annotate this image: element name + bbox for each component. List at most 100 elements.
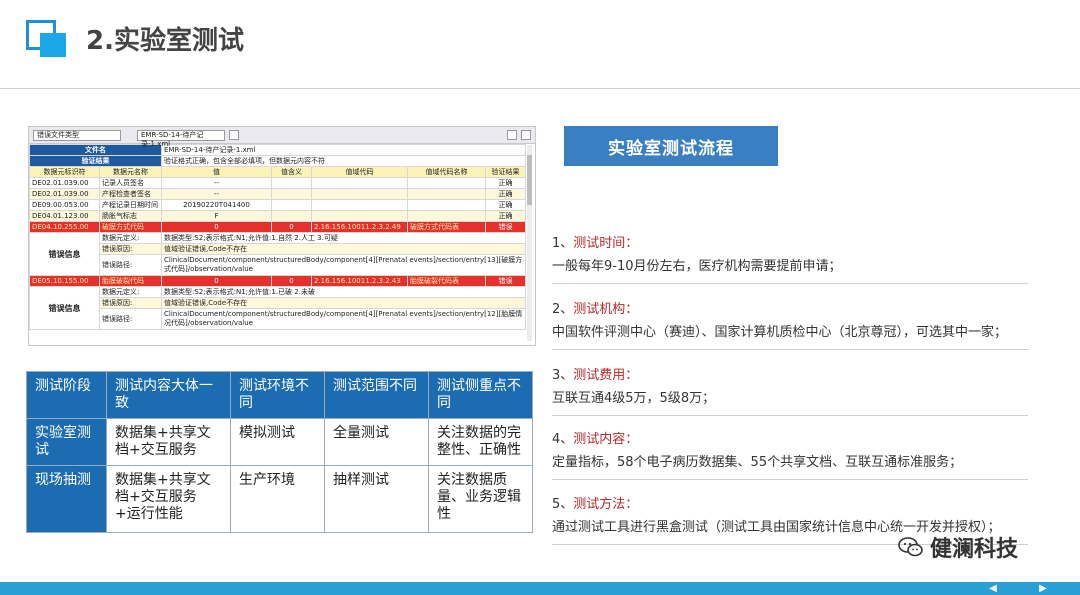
- lab-test-flow-button[interactable]: 实验室测试流程: [564, 126, 778, 166]
- stage-focus: 关注数据的完整性、正确性: [428, 418, 533, 466]
- stage-name: 实验室测试: [26, 418, 107, 466]
- cause-value: 值域验证错误,Code不存在: [161, 297, 526, 309]
- path-value: ClinicalDocument/component/structuredBod…: [161, 254, 526, 276]
- cell-code-name: [407, 188, 486, 200]
- next-page-icon[interactable]: ▶: [1036, 583, 1050, 594]
- file-dropdown[interactable]: EMR-SD-14-待产记录-1.xml: [137, 129, 225, 148]
- screenshot-scrollbar[interactable]: [527, 145, 532, 341]
- file-name-value: EMR-SD-14-待产记录-1.xml: [161, 144, 526, 156]
- flow-item-agency: 2、测试机构： 中国软件评测中心（赛迪）、国家计算机质检中心（北京尊冠），可选其…: [552, 302, 1028, 350]
- path-label: 错误路径:: [99, 308, 162, 330]
- table-header: 测试阶段: [26, 371, 107, 419]
- stage-content: 数据集+共享文档+交互服务+运行性能: [106, 465, 231, 533]
- error-type-dropdown[interactable]: 错误文件类型: [33, 129, 121, 141]
- copy-icon[interactable]: [507, 130, 517, 140]
- table-row[interactable]: DE02.01.039.00 产程检查者签名 -- 正确: [29, 188, 526, 200]
- flow-item-title: 测试内容：: [573, 432, 639, 447]
- grid-header: 值域代码名称: [407, 166, 486, 178]
- table-row[interactable]: DE04.01.123.00 肠胀气标志 F 正确: [29, 210, 526, 222]
- path-label: 错误路径:: [99, 254, 162, 276]
- verify-result-value: 验证格式正确，包含全部必填项，但数据元内容不符: [161, 155, 526, 167]
- browse-icon[interactable]: [229, 130, 239, 140]
- table-header: 测试内容大体一致: [106, 371, 231, 419]
- cell-meaning: [271, 210, 312, 222]
- flow-item-number: 2、: [552, 302, 574, 317]
- flow-item-divider: [552, 479, 1028, 480]
- path-value: ClinicalDocument/component/structuredBod…: [161, 308, 526, 330]
- cell-name: 破膜方式代码: [99, 221, 162, 233]
- page-title: 2.实验室测试: [86, 26, 244, 56]
- cell-code-name: 破膜方式代码表: [407, 221, 486, 233]
- stage-name: 现场抽测: [26, 465, 107, 533]
- flow-item-divider: [552, 349, 1028, 350]
- cell-result: 正确: [485, 177, 526, 189]
- cell-value: --: [161, 177, 272, 189]
- stage-content: 数据集+共享文档+交互服务: [106, 418, 231, 466]
- cause-value: 值域验证错误,Code不存在: [161, 243, 526, 255]
- cell-id: DE05.10.155.00: [29, 275, 100, 287]
- flow-item-number: 1、: [552, 236, 574, 251]
- cell-result: 正确: [485, 210, 526, 222]
- error-row[interactable]: DE05.10.155.00 胎膜破裂代码 0 0 2.16.156.10011…: [29, 275, 526, 287]
- flow-item-title: 测试机构：: [573, 302, 639, 317]
- scrollbar-thumb[interactable]: [527, 155, 532, 205]
- table-row[interactable]: DE09.00.053.00 产程记录日期时间 20190220T041400 …: [29, 199, 526, 211]
- cell-meaning: 0: [271, 275, 312, 287]
- flow-item-divider: [552, 415, 1028, 416]
- error-row[interactable]: DE04.10.255.00 破膜方式代码 0 0 2.16.156.10011…: [29, 221, 526, 233]
- wechat-icon: [898, 537, 923, 557]
- verify-result-label: 验证结果: [29, 155, 162, 167]
- cell-code: [311, 188, 408, 200]
- table-header-row: 测试阶段 测试内容大体一致 测试环境不同 测试范围不同 测试侧重点不同: [26, 371, 533, 419]
- cell-meaning: [271, 199, 312, 211]
- prev-page-icon[interactable]: ◀: [986, 583, 1000, 594]
- flow-item-title: 测试费用：: [573, 368, 639, 383]
- cell-result: 错误: [485, 221, 526, 233]
- stage-env: 生产环境: [230, 465, 325, 533]
- cause-label: 错误原因:: [99, 243, 162, 255]
- stage-scope: 全量测试: [324, 418, 429, 466]
- cell-id: DE04.10.255.00: [29, 221, 100, 233]
- cell-name: 记录人员签名: [99, 177, 162, 189]
- grid-header: 验证结果: [485, 166, 526, 178]
- cell-code-name: [407, 199, 486, 211]
- flow-item-body: 互联互通4级5万，5级8万；: [552, 391, 716, 406]
- close-icon[interactable]: [521, 130, 531, 140]
- flow-item-body: 中国软件评测中心（赛迪）、国家计算机质检中心（北京尊冠），可选其中一家；: [552, 325, 1008, 340]
- cell-value: 0: [161, 221, 272, 233]
- grid-header: 数据元标识符: [29, 166, 100, 178]
- cell-id: DE09.00.053.00: [29, 199, 100, 211]
- flow-item-title: 测试方法：: [573, 497, 639, 512]
- def-label: 数据元定义:: [99, 286, 162, 298]
- cell-code: [311, 199, 408, 211]
- flow-item-body: 定量指标，58个电子病历数据集、55个共享文档、互联互通标准服务；: [552, 455, 963, 470]
- flow-item-time: 1、测试时间： 一般每年9-10月份左右，医疗机构需要提前申请；: [552, 236, 1028, 284]
- cell-name: 胎膜破裂代码: [99, 275, 162, 287]
- table-row: 实验室测试 数据集+共享文档+交互服务 模拟测试 全量测试 关注数据的完整性、正…: [26, 418, 533, 466]
- cell-meaning: 0: [271, 221, 312, 233]
- validation-grid: 文件名 EMR-SD-14-待产记录-1.xml 验证结果 验证格式正确，包含全…: [29, 144, 526, 330]
- cell-code: [311, 177, 408, 189]
- cell-result: 正确: [485, 188, 526, 200]
- cell-code: 2.16.156.10011.2.3.2.43: [311, 275, 408, 287]
- table-row: 现场抽测 数据集+共享文档+交互服务+运行性能 生产环境 抽样测试 关注数据质量…: [26, 465, 533, 533]
- def-label: 数据元定义:: [99, 232, 162, 244]
- cell-meaning: [271, 177, 312, 189]
- footer-bar: [0, 582, 1080, 595]
- stage-scope: 抽样测试: [324, 465, 429, 533]
- cell-value: --: [161, 188, 272, 200]
- grid-header: 值: [161, 166, 272, 178]
- cell-id: DE04.01.123.00: [29, 210, 100, 222]
- flow-item-divider: [552, 283, 1028, 284]
- grid-header: 数据元名称: [99, 166, 162, 178]
- stage-focus: 关注数据质量、业务逻辑性: [428, 465, 533, 533]
- stage-env: 模拟测试: [230, 418, 325, 466]
- cell-value: 0: [161, 275, 272, 287]
- stage-comparison-table: 测试阶段 测试内容大体一致 测试环境不同 测试范围不同 测试侧重点不同 实验室测…: [26, 371, 533, 533]
- grid-header-row: 数据元标识符 数据元名称 值 值含义 值域代码 值域代码名称 验证结果: [29, 166, 526, 178]
- grid-header: 值含义: [271, 166, 312, 178]
- cell-value: 20190220T041400: [161, 199, 272, 211]
- watermark: 健澜科技: [898, 531, 1018, 563]
- cell-name: 肠胀气标志: [99, 210, 162, 222]
- table-row[interactable]: DE02.01.039.00 记录人员签名 -- 正确: [29, 177, 526, 189]
